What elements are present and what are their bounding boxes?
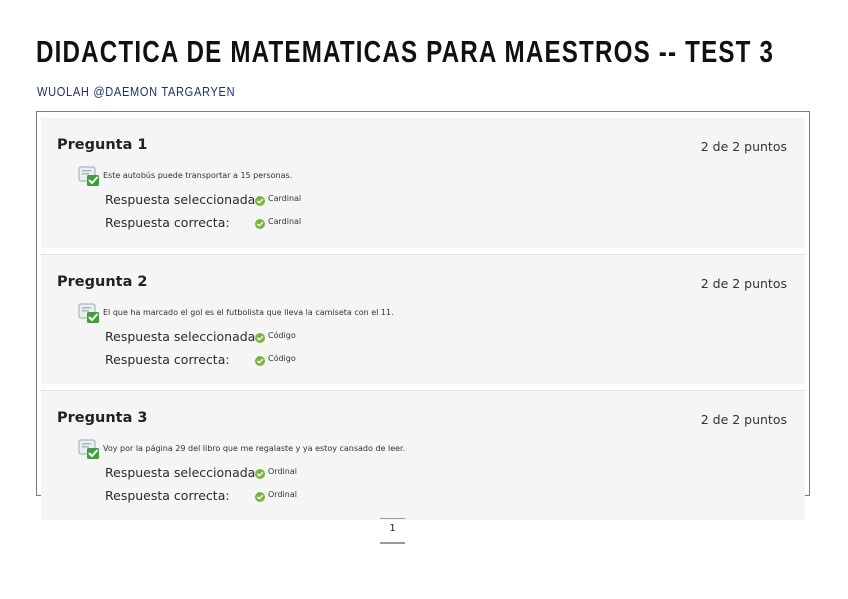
selected-answer-value: Código [268,331,296,340]
question-correct-icon [78,166,99,186]
correct-answer-label: Respuesta correcta: [105,352,230,367]
check-icon [255,219,265,229]
question-title: Pregunta 2 [57,274,148,290]
question-card: Pregunta 2 2 de 2 puntos El que ha marca… [41,254,805,384]
question-points: 2 de 2 puntos [700,276,787,291]
question-card: Pregunta 1 2 de 2 puntos Este autobús pu… [41,118,805,248]
question-title: Pregunta 1 [57,137,148,153]
pagination: 1 [380,518,405,544]
question-text: Voy por la página 29 del libro que me re… [103,444,406,453]
page-active-indicator [380,542,405,544]
pagination-divider [380,518,405,519]
question-card: Pregunta 3 2 de 2 puntos Voy por la pági… [41,390,805,520]
watermark-subtitle: WUOLAH @DAEMON TARGARYEN [37,84,236,99]
question-correct-icon [78,303,99,323]
questions-container: Pregunta 1 2 de 2 puntos Este autobús pu… [36,111,810,520]
correct-answer-label: Respuesta correcta: [105,215,230,230]
correct-answer-value: Ordinal [268,490,297,499]
check-icon [255,196,265,206]
selected-answer-label: Respuesta seleccionada: [105,192,260,207]
question-title: Pregunta 3 [57,410,148,426]
question-correct-icon [78,439,99,459]
selected-answer-value: Ordinal [268,467,297,476]
page-number-button[interactable]: 1 [380,523,405,534]
selected-answer-label: Respuesta seleccionada: [105,329,260,344]
correct-answer-value: Código [268,354,296,363]
correct-answer-label: Respuesta correcta: [105,488,230,503]
question-text: Este autobús puede transportar a 15 pers… [103,171,293,180]
selected-answer-label: Respuesta seleccionada: [105,465,260,480]
check-icon [255,469,265,479]
question-points: 2 de 2 puntos [700,412,787,427]
correct-answer-value: Cardinal [268,217,302,226]
check-icon [255,356,265,366]
page-title: DIDACTICA DE MATEMATICAS PARA MAESTROS -… [36,34,775,69]
question-text: El que ha marcado el gol es el futbolist… [103,308,394,317]
selected-answer-value: Cardinal [268,194,302,203]
check-icon [255,492,265,502]
question-points: 2 de 2 puntos [700,139,787,154]
check-icon [255,333,265,343]
